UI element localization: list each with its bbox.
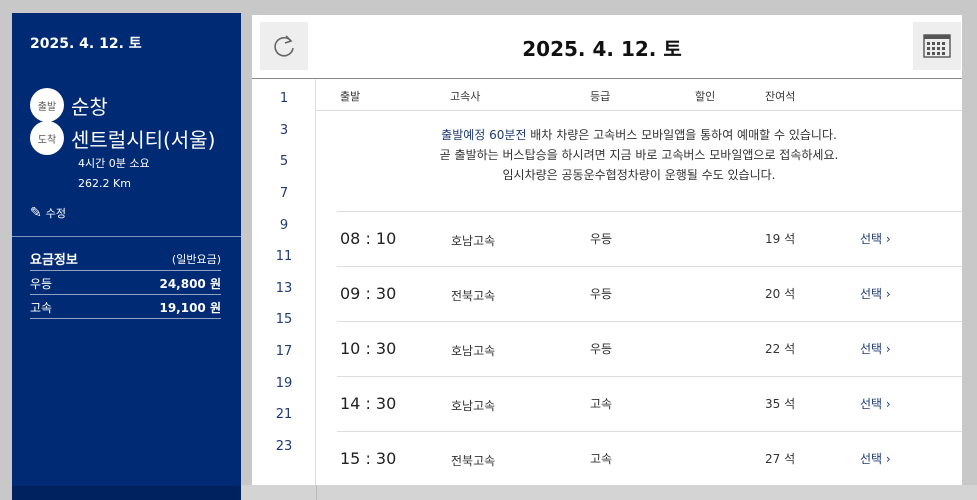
select-button[interactable]: 선택 › (860, 285, 891, 302)
chevron-right-icon: › (885, 287, 891, 301)
notice-highlight: 출발예정 60분전 (441, 128, 527, 142)
select-label: 선택 (860, 287, 883, 301)
fare-amount: 19,100 원 (159, 300, 221, 315)
schedule-panel: 2025. 4. 12. 토 1 3 5 7 9 11 13 15 17 19 … (252, 15, 962, 485)
hour-item[interactable]: 21 (252, 407, 316, 422)
select-label: 선택 (860, 397, 883, 411)
hour-item[interactable]: 17 (252, 344, 316, 359)
hour-item[interactable]: 15 (252, 312, 316, 327)
bus-company: 전북고속 (451, 454, 496, 468)
scrollbar-track[interactable] (962, 15, 977, 485)
fare-header: 요금정보 (일반요금) (30, 247, 221, 271)
sidebar-footer (12, 486, 241, 500)
departure-time: 14 : 30 (340, 394, 397, 413)
hour-item[interactable]: 1 (252, 91, 316, 106)
table-row: 09 : 30 전북고속 우등 20 석 선택 › (337, 266, 962, 321)
sidebar-date: 2025. 4. 12. 토 (30, 36, 142, 52)
remaining-seats: 20 석 (765, 287, 796, 301)
hour-item[interactable]: 13 (252, 281, 316, 296)
trip-distance: 262.2 Km (78, 177, 131, 190)
hour-item[interactable]: 19 (252, 376, 316, 391)
bus-grade: 우등 (590, 287, 613, 301)
bus-company: 호남고속 (451, 399, 496, 413)
footer-area (241, 485, 977, 500)
hour-item[interactable]: 23 (252, 439, 316, 454)
hour-item[interactable]: 5 (252, 154, 316, 169)
departure-time: 15 : 30 (340, 449, 397, 468)
page-title: 2025. 4. 12. 토 (522, 37, 682, 61)
chevron-right-icon: › (885, 342, 891, 356)
select-button[interactable]: 선택 › (860, 450, 891, 467)
refresh-button[interactable] (260, 22, 308, 70)
calendar-icon (923, 34, 951, 58)
arrival-name: 센트럴시티(서울) (71, 127, 216, 152)
departure-stop: 출발 순창 (30, 88, 108, 122)
hour-item[interactable]: 11 (252, 249, 316, 264)
edit-label: 수정 (45, 207, 66, 220)
edit-button[interactable]: ✎ 수정 (30, 205, 66, 221)
select-button[interactable]: 선택 › (860, 395, 891, 412)
col-discount: 할인 (695, 90, 716, 103)
hour-item[interactable]: 3 (252, 123, 316, 138)
remaining-seats: 35 석 (765, 397, 796, 411)
hour-item[interactable]: 7 (252, 186, 316, 201)
departure-name: 순창 (71, 94, 108, 119)
refresh-icon (274, 35, 294, 57)
col-departure: 출발 (340, 90, 361, 103)
remaining-seats: 27 석 (765, 452, 796, 466)
select-button[interactable]: 선택 › (860, 230, 891, 247)
departure-time: 08 : 10 (340, 229, 397, 248)
fare-amount: 24,800 원 (159, 276, 221, 291)
col-company: 고속사 (450, 90, 481, 103)
notice-text: 출발예정 60분전 배차 차량은 고속버스 모바일앱을 통하여 예매할 수 있습… (316, 125, 962, 185)
fare-row: 고속 19,100 원 (30, 296, 221, 319)
bus-grade: 우등 (590, 342, 613, 356)
table-header: 출발 고속사 등급 할인 잔여석 (316, 79, 962, 111)
fare-grade: 우등 (30, 276, 53, 291)
divider (12, 236, 241, 237)
hour-filter: 1 3 5 7 9 11 13 15 17 19 21 23 (252, 79, 316, 485)
table-row: 14 : 30 호남고속 고속 35 석 선택 › (337, 376, 962, 431)
arrival-stop: 도착 센트럴시티(서울) (30, 121, 215, 155)
bus-grade: 고속 (590, 397, 613, 411)
select-button[interactable]: 선택 › (860, 340, 891, 357)
trip-duration: 4시간 0분 소요 (78, 157, 150, 170)
bus-company: 호남고속 (451, 234, 496, 248)
col-grade: 등급 (590, 90, 611, 103)
select-label: 선택 (860, 452, 883, 466)
fare-title: 요금정보 (30, 253, 78, 268)
fare-subtitle: (일반요금) (171, 252, 221, 266)
divider (316, 485, 317, 500)
fare-grade: 고속 (30, 300, 53, 315)
departure-time: 10 : 30 (340, 339, 397, 358)
hour-item[interactable]: 9 (252, 218, 316, 233)
select-label: 선택 (860, 342, 883, 356)
chevron-right-icon: › (885, 232, 891, 246)
notice-line1: 배차 차량은 고속버스 모바일앱을 통하여 예매할 수 있습니다. (526, 128, 837, 142)
departure-time: 09 : 30 (340, 284, 397, 303)
arrival-badge: 도착 (30, 121, 64, 155)
remaining-seats: 19 석 (765, 232, 796, 246)
departure-badge: 출발 (30, 88, 64, 122)
bus-grade: 고속 (590, 452, 613, 466)
table-row: 08 : 10 호남고속 우등 19 석 선택 › (337, 211, 962, 266)
fare-row: 우등 24,800 원 (30, 272, 221, 295)
calendar-button[interactable] (913, 22, 961, 70)
remaining-seats: 22 석 (765, 342, 796, 356)
schedule-header: 2025. 4. 12. 토 (252, 15, 962, 79)
chevron-right-icon: › (885, 397, 891, 411)
notice-line3: 임시차량은 공동운수협정차량이 운행될 수도 있습니다. (502, 168, 776, 182)
pencil-icon: ✎ (30, 205, 42, 221)
route-sidebar: 2025. 4. 12. 토 출발 순창 도착 센트럴시티(서울) 4시간 0분… (12, 13, 241, 500)
table-row: 15 : 30 전북고속 고속 27 석 선택 › (337, 431, 962, 486)
bus-company: 호남고속 (451, 344, 496, 358)
table-row: 10 : 30 호남고속 우등 22 석 선택 › (337, 321, 962, 376)
select-label: 선택 (860, 232, 883, 246)
col-seats: 잔여석 (765, 90, 796, 103)
chevron-right-icon: › (885, 452, 891, 466)
bus-grade: 우등 (590, 232, 613, 246)
notice-line2: 곧 출발하는 버스탑승을 하시려면 지금 바로 고속버스 모바일앱으로 접속하세… (439, 148, 839, 162)
bus-company: 전북고속 (451, 289, 496, 303)
